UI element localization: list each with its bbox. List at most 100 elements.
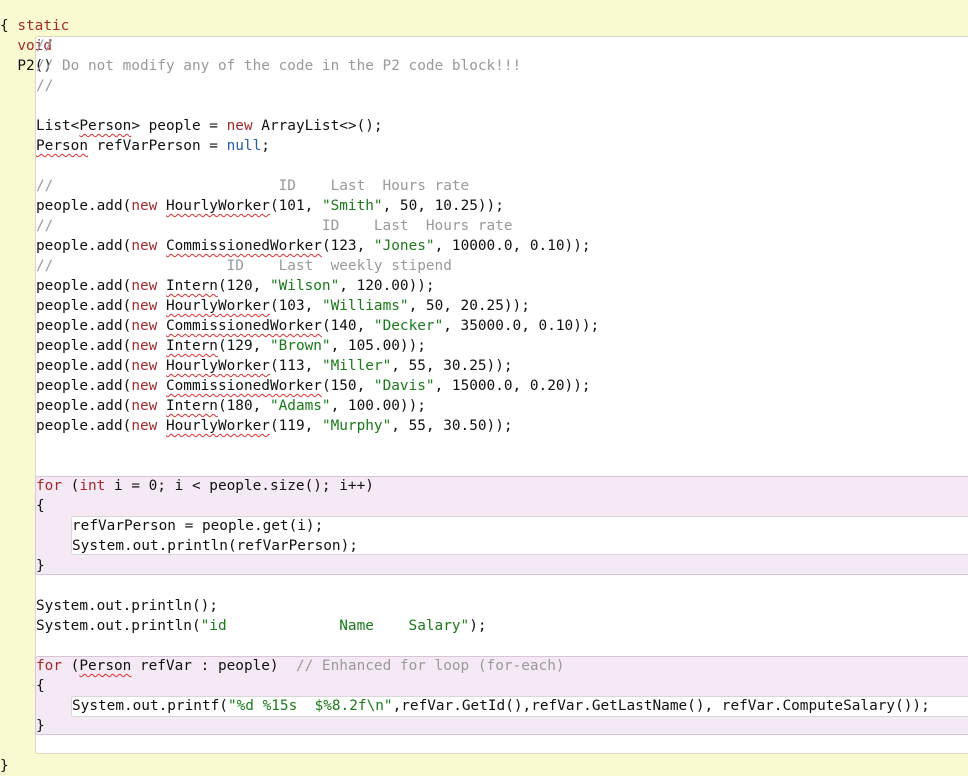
for-open-brace[interactable]: {: [36, 496, 45, 516]
comment-intern-columns[interactable]: // ID Last weekly stipend: [36, 256, 452, 276]
code-line-add[interactable]: people.add(new CommissionedWorker(140, "…: [36, 316, 599, 336]
int-keyword: int: [79, 478, 106, 494]
foreach-loop-header[interactable]: for (Person refVar : people) // Enhanced…: [36, 656, 565, 676]
args: (140,: [321, 318, 374, 334]
semicolon: ;: [261, 138, 270, 154]
code-line-println-empty[interactable]: System.out.println();: [36, 596, 218, 616]
loop-condition: i = 0; i < people.size(); i++): [105, 478, 374, 494]
refvar-name: refVarPerson =: [87, 138, 227, 154]
name-string: "Smith": [321, 198, 383, 214]
list-var: > people =: [131, 118, 227, 134]
for-keyword: for: [36, 478, 62, 494]
args: , 10000.0, 0.10));: [434, 238, 591, 254]
person-type-ref: Person: [36, 138, 88, 154]
new-keyword: new: [131, 398, 158, 414]
new-keyword: new: [131, 418, 158, 434]
name-string: "Adams": [269, 398, 331, 414]
person-type-ref: Person: [79, 118, 132, 134]
args: , 100.00));: [330, 398, 426, 414]
name-string: "Davis": [373, 378, 435, 394]
code-line-add[interactable]: people.add(new HourlyWorker(119, "Murphy…: [36, 416, 513, 436]
add-call: people.add(: [36, 398, 132, 414]
args: (120,: [217, 278, 270, 294]
foreach-comment: // Enhanced for loop (for-each): [295, 658, 565, 674]
method-signature[interactable]: static void P2(): [0, 0, 69, 74]
worker-class-name: HourlyWorker: [165, 358, 270, 374]
foreach-close-brace[interactable]: }: [36, 716, 45, 736]
worker-class-name: Intern: [165, 278, 218, 294]
add-call: people.add(: [36, 238, 132, 254]
list-type: List<: [36, 118, 80, 134]
method-open-brace[interactable]: {: [0, 16, 9, 36]
new-keyword: new: [131, 198, 158, 214]
list-ctor: ArrayList<>();: [252, 118, 383, 134]
code-line-println[interactable]: System.out.println(refVarPerson);: [72, 536, 358, 556]
for-close-brace[interactable]: }: [36, 556, 45, 576]
comment-line[interactable]: //: [36, 76, 53, 96]
code-line-println-header[interactable]: System.out.println("id Name Salary");: [36, 616, 487, 636]
code-line-add[interactable]: people.add(new Intern(180, "Adams", 100.…: [36, 396, 426, 416]
code-line-add[interactable]: people.add(new Intern(129, "Brown", 105.…: [36, 336, 426, 356]
worker-class-name: Intern: [165, 338, 218, 354]
refvar-declaration[interactable]: Person refVarPerson = null;: [36, 136, 270, 156]
method-close-brace[interactable]: }: [0, 756, 9, 776]
args: , 15000.0, 0.20));: [434, 378, 591, 394]
static-keyword: static: [17, 18, 70, 34]
worker-class-name: CommissionedWorker: [165, 238, 322, 254]
printf-call: System.out.printf(: [72, 698, 228, 714]
args: , 55, 30.25));: [391, 358, 513, 374]
list-declaration[interactable]: List<Person> people = new ArrayList<>();: [36, 116, 383, 136]
code-line-add[interactable]: people.add(new CommissionedWorker(150, "…: [36, 376, 591, 396]
name-string: "Brown": [269, 338, 331, 354]
code-line-add[interactable]: people.add(new CommissionedWorker(123, "…: [36, 236, 591, 256]
name-string: "Miller": [321, 358, 392, 374]
header-string: "id Name Salary": [200, 618, 470, 634]
name-string: "Wilson": [269, 278, 340, 294]
worker-class-name: Intern: [165, 398, 218, 414]
code-line-printf[interactable]: System.out.printf("%d %15s $%8.2f\n",ref…: [72, 696, 930, 716]
add-call: people.add(: [36, 278, 132, 294]
code-line-add[interactable]: people.add(new Intern(120, "Wilson", 120…: [36, 276, 435, 296]
new-keyword: new: [131, 238, 158, 254]
comment-do-not-modify[interactable]: // Do not modify any of the code in the …: [36, 56, 521, 76]
for-loop-header[interactable]: for (int i = 0; i < people.size(); i++): [36, 476, 374, 496]
comment-commissioned-columns[interactable]: // ID Last Hours rate: [36, 216, 513, 236]
args: (101,: [269, 198, 322, 214]
args: , 50, 20.25));: [408, 298, 530, 314]
code-line-add[interactable]: people.add(new HourlyWorker(113, "Miller…: [36, 356, 513, 376]
add-call: people.add(: [36, 338, 132, 354]
add-call: people.add(: [36, 198, 132, 214]
name-string: "Murphy": [321, 418, 392, 434]
args: (103,: [269, 298, 322, 314]
add-call: people.add(: [36, 358, 132, 374]
foreach-open-brace[interactable]: {: [36, 676, 45, 696]
args: , 50, 10.25));: [382, 198, 504, 214]
args: , 105.00));: [330, 338, 426, 354]
code-line-get[interactable]: refVarPerson = people.get(i);: [72, 516, 323, 536]
worker-class-name: HourlyWorker: [165, 418, 270, 434]
format-string: "%d %15s $%8.2f\n": [227, 698, 393, 714]
code-line-add[interactable]: people.add(new HourlyWorker(101, "Smith"…: [36, 196, 504, 216]
args: , 55, 30.50));: [391, 418, 513, 434]
null-literal: null: [226, 138, 262, 154]
println-call: System.out.println(: [36, 618, 201, 634]
worker-class-name: CommissionedWorker: [165, 378, 322, 394]
new-keyword: new: [131, 338, 158, 354]
new-keyword: new: [131, 298, 158, 314]
worker-class-name: CommissionedWorker: [165, 318, 322, 334]
args: (150,: [321, 378, 374, 394]
new-keyword: new: [131, 278, 158, 294]
new-keyword: new: [131, 358, 158, 374]
name-string: "Jones": [373, 238, 435, 254]
comment-line[interactable]: //: [36, 36, 53, 56]
add-call: people.add(: [36, 418, 132, 434]
name-string: "Decker": [373, 318, 444, 334]
args: (119,: [269, 418, 322, 434]
paren: (: [62, 658, 80, 674]
args: (113,: [269, 358, 322, 374]
args: (129,: [217, 338, 270, 354]
add-call: people.add(: [36, 378, 132, 394]
code-line-add[interactable]: people.add(new HourlyWorker(103, "Willia…: [36, 296, 530, 316]
comment-hourly-columns[interactable]: // ID Last Hours rate: [36, 176, 469, 196]
printf-args: ,refVar.GetId(),refVar.GetLastName(), re…: [392, 698, 930, 714]
